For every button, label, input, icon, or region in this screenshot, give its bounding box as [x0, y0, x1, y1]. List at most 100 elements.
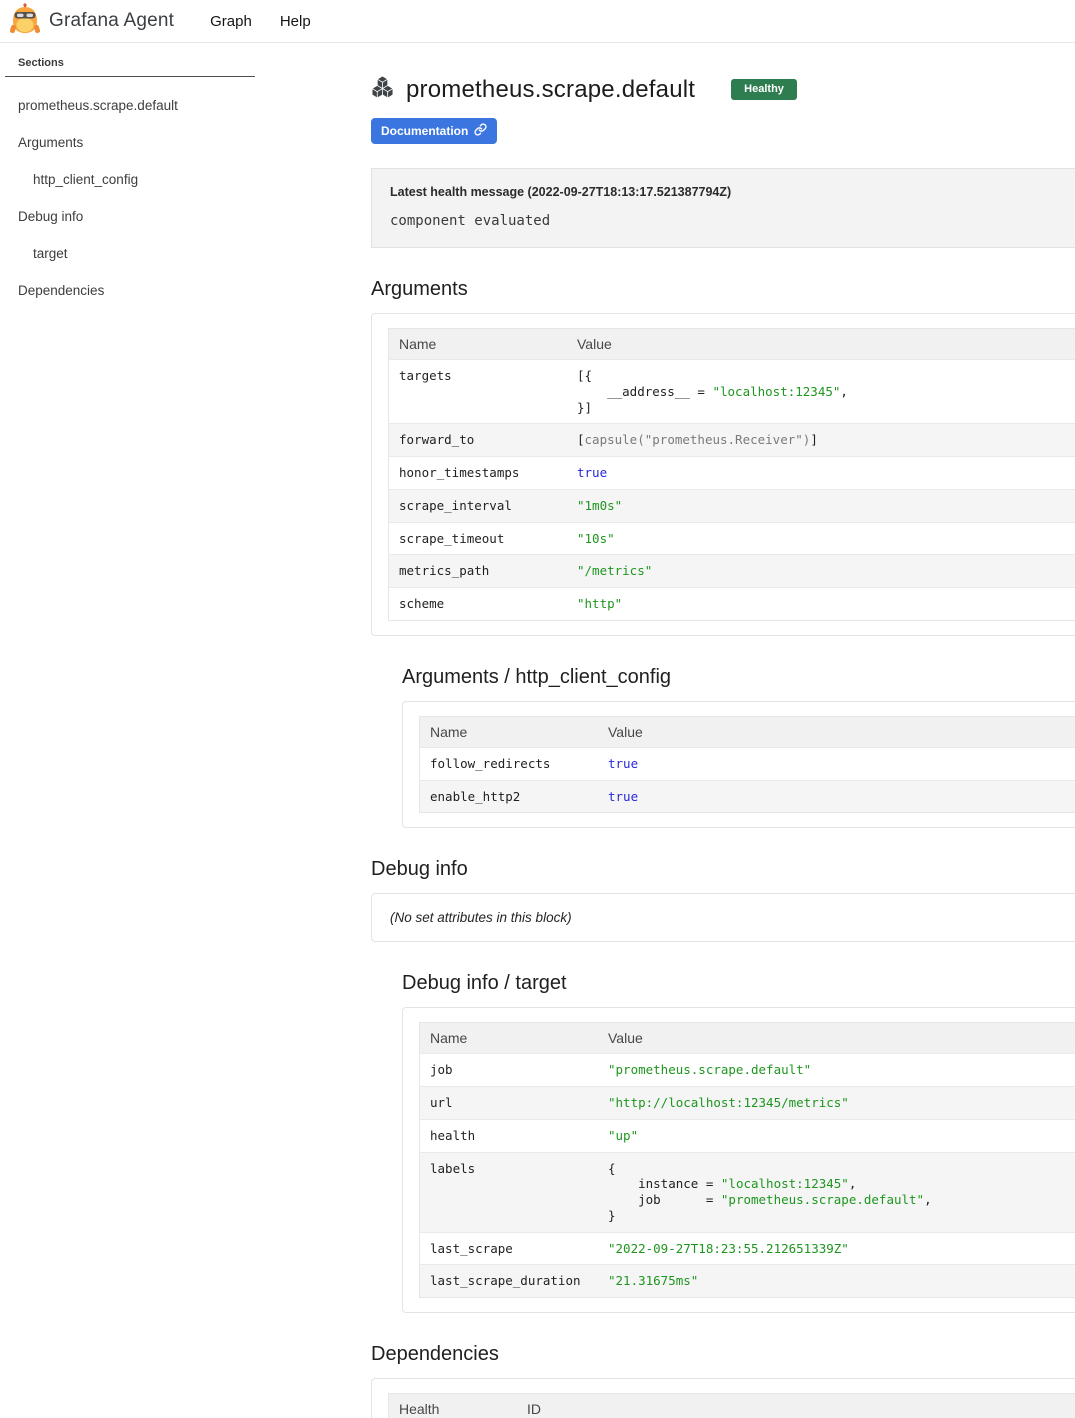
attribute-name-cell: job: [420, 1054, 599, 1087]
sidebar-item-arguments[interactable]: Arguments: [18, 124, 371, 161]
table-header-row: Name Value: [420, 716, 1075, 747]
table-header-row: Name Value: [389, 329, 1075, 360]
sidebar-divider: [5, 76, 255, 77]
table-row: metrics_path"/metrics": [389, 555, 1075, 588]
attribute-value-cell: [capsule("prometheus.Receiver")]: [567, 424, 1075, 457]
nav-graph-link[interactable]: Graph: [210, 13, 252, 30]
dependencies-card: Health ID Healthyprometheus.remote_write…: [371, 1378, 1075, 1418]
sidebar-item-http-client-config[interactable]: http_client_config: [18, 161, 371, 198]
name-column-header: Name: [420, 716, 599, 747]
table-row: honor_timestampstrue: [389, 457, 1075, 490]
attribute-value-cell: "prometheus.scrape.default": [598, 1054, 1075, 1087]
attribute-name-cell: scrape_interval: [389, 489, 568, 522]
attribute-name-cell: url: [420, 1087, 599, 1120]
dependencies-section-title: Dependencies: [371, 1343, 1075, 1366]
attribute-value-cell: "/metrics": [567, 555, 1075, 588]
sidebar-item-dependencies[interactable]: Dependencies: [18, 272, 371, 309]
debug-info-section-title: Debug info: [371, 858, 1075, 881]
attribute-name-cell: metrics_path: [389, 555, 568, 588]
section-http-client-config: Arguments / http_client_config Name Valu…: [402, 666, 1075, 829]
value-column-header: Value: [567, 329, 1075, 360]
section-debug-target: Debug info / target Name Value job"prome…: [402, 972, 1075, 1313]
attribute-name-cell: scheme: [389, 588, 568, 621]
attribute-value-cell: "http://localhost:12345/metrics": [598, 1087, 1075, 1120]
main-content: prometheus.scrape.default Healthy Docume…: [371, 43, 1075, 1418]
attribute-value-cell: "21.31675ms": [598, 1265, 1075, 1298]
link-icon: [474, 123, 487, 139]
attribute-value-cell: true: [598, 747, 1075, 780]
dependencies-table: Health ID Healthyprometheus.remote_write…: [388, 1393, 1075, 1418]
id-column-header: ID: [517, 1394, 1075, 1418]
health-column-header: Health: [389, 1394, 518, 1418]
section-dependencies: Dependencies Health ID Healthyprometheus…: [371, 1343, 1075, 1418]
table-row: url"http://localhost:12345/metrics": [420, 1087, 1075, 1120]
documentation-button-label: Documentation: [381, 124, 468, 138]
attribute-value-cell: "up": [598, 1119, 1075, 1152]
page-title: prometheus.scrape.default: [406, 76, 695, 104]
no-attributes-note: (No set attributes in this block): [388, 908, 1075, 927]
section-debug-info: Debug info (No set attributes in this bl…: [371, 858, 1075, 942]
http-client-config-section-title: Arguments / http_client_config: [402, 666, 1075, 689]
attribute-name-cell: enable_http2: [420, 780, 599, 813]
value-column-header: Value: [598, 1023, 1075, 1054]
table-row: last_scrape_duration"21.31675ms": [420, 1265, 1075, 1298]
attribute-value-cell: [{ __address__ = "localhost:12345", }]: [567, 360, 1075, 424]
name-column-header: Name: [389, 329, 568, 360]
table-row: scheme"http": [389, 588, 1075, 621]
attribute-value-cell: true: [598, 780, 1075, 813]
attribute-name-cell: forward_to: [389, 424, 568, 457]
top-nav: Graph Help: [210, 13, 311, 30]
table-header-row: Health ID: [389, 1394, 1075, 1418]
attribute-value-cell: { instance = "localhost:12345", job = "p…: [598, 1152, 1075, 1232]
table-header-row: Name Value: [420, 1023, 1075, 1054]
debug-info-card: (No set attributes in this block): [371, 893, 1075, 942]
brand[interactable]: Grafana Agent: [10, 3, 174, 40]
table-row: enable_http2true: [420, 780, 1075, 813]
table-row: follow_redirectstrue: [420, 747, 1075, 780]
sidebar-item-prometheus-scrape-default[interactable]: prometheus.scrape.default: [18, 87, 371, 124]
http-client-config-table: Name Value follow_redirectstrueenable_ht…: [419, 716, 1075, 814]
health-message-label: Latest health message (2022-09-27T18:13:…: [390, 185, 1075, 199]
attribute-value-cell: true: [567, 457, 1075, 490]
attribute-name-cell: targets: [389, 360, 568, 424]
value-column-header: Value: [598, 716, 1075, 747]
cubes-icon: [371, 75, 394, 104]
debug-target-card: Name Value job"prometheus.scrape.default…: [402, 1007, 1075, 1313]
top-header: Grafana Agent Graph Help: [0, 0, 1075, 43]
debug-target-section-title: Debug info / target: [402, 972, 1075, 995]
table-row: targets[{ __address__ = "localhost:12345…: [389, 360, 1075, 424]
sidebar-item-target[interactable]: target: [18, 235, 371, 272]
attribute-name-cell: labels: [420, 1152, 599, 1232]
sidebar-title: Sections: [18, 57, 371, 69]
section-arguments: Arguments Name Value targets[{ __address…: [371, 278, 1075, 636]
table-row: scrape_interval"1m0s": [389, 489, 1075, 522]
arguments-table: Name Value targets[{ __address__ = "loca…: [388, 328, 1075, 621]
grafana-agent-logo-icon: [10, 3, 40, 40]
component-title-row: prometheus.scrape.default Healthy: [371, 75, 1075, 104]
table-row: forward_to[capsule("prometheus.Receiver"…: [389, 424, 1075, 457]
attribute-value-cell: "2022-09-27T18:23:55.212651339Z": [598, 1232, 1075, 1265]
health-message-box: Latest health message (2022-09-27T18:13:…: [371, 168, 1075, 248]
arguments-section-title: Arguments: [371, 278, 1075, 301]
brand-name: Grafana Agent: [49, 10, 174, 32]
name-column-header: Name: [420, 1023, 599, 1054]
attribute-name-cell: last_scrape: [420, 1232, 599, 1265]
attribute-name-cell: scrape_timeout: [389, 522, 568, 555]
attribute-value-cell: "http": [567, 588, 1075, 621]
attribute-value-cell: "1m0s": [567, 489, 1075, 522]
table-row: scrape_timeout"10s": [389, 522, 1075, 555]
http-client-config-card: Name Value follow_redirectstrueenable_ht…: [402, 701, 1075, 829]
nav-help-link[interactable]: Help: [280, 13, 311, 30]
attribute-name-cell: honor_timestamps: [389, 457, 568, 490]
table-row: labels{ instance = "localhost:12345", jo…: [420, 1152, 1075, 1232]
documentation-button[interactable]: Documentation: [371, 118, 497, 144]
sections-sidebar: Sections prometheus.scrape.defaultArgume…: [0, 43, 371, 309]
table-row: last_scrape"2022-09-27T18:23:55.21265133…: [420, 1232, 1075, 1265]
arguments-card: Name Value targets[{ __address__ = "loca…: [371, 313, 1075, 636]
attribute-name-cell: follow_redirects: [420, 747, 599, 780]
attribute-name-cell: last_scrape_duration: [420, 1265, 599, 1298]
table-row: job"prometheus.scrape.default": [420, 1054, 1075, 1087]
sidebar-item-debug-info[interactable]: Debug info: [18, 198, 371, 235]
sidebar-item-list: prometheus.scrape.defaultArgumentshttp_c…: [18, 87, 371, 309]
attribute-name-cell: health: [420, 1119, 599, 1152]
